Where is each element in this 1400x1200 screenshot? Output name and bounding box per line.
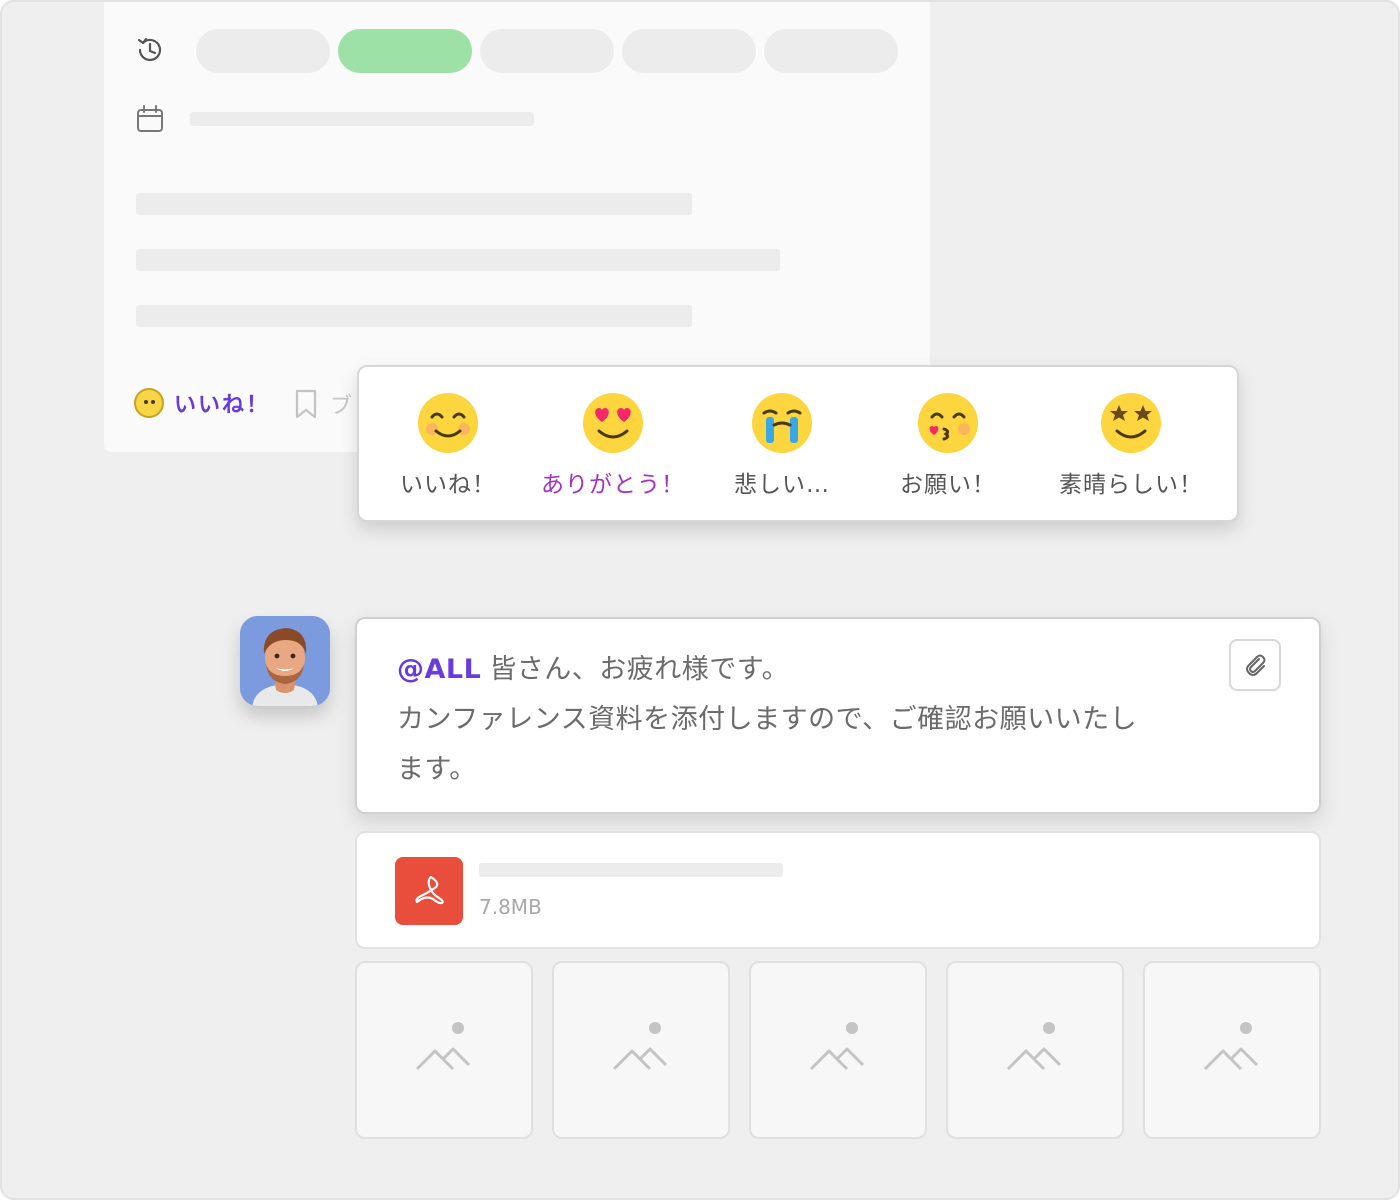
- message-line: ます。: [397, 754, 477, 785]
- calendar-icon: [137, 105, 163, 132]
- reaction-thanks[interactable]: ありがとう！: [533, 391, 693, 499]
- file-attachment[interactable]: 7.8MB: [355, 831, 1321, 949]
- smile-icon: [418, 393, 478, 453]
- reaction-label: ありがとう！: [541, 472, 685, 498]
- bookmark-icon[interactable]: [292, 388, 320, 420]
- message-card: @ALL 皆さん、お疲れ様です。 カンファレンス資料を添付しますので、ご確認お願い…: [355, 617, 1321, 814]
- image-thumbnail[interactable]: [552, 961, 730, 1139]
- image-thumbnail[interactable]: [355, 961, 533, 1139]
- neutral-face-icon: [134, 388, 164, 418]
- image-icon: [415, 1022, 471, 1071]
- reaction-picker: いいね！ ありがとう！ 悲しい… お願い！ 素晴らしい！: [357, 365, 1239, 522]
- file-name-placeholder: [479, 863, 783, 877]
- message-line: カンファレンス資料を添付しますので、ご確認お願いいたし: [397, 704, 1138, 735]
- pdf-icon: [395, 857, 463, 925]
- text-placeholder: [136, 193, 692, 215]
- file-size: 7.8MB: [479, 895, 542, 919]
- user-photo-icon: [240, 616, 330, 706]
- text-placeholder: [136, 305, 692, 327]
- paperclip-icon: [1246, 654, 1266, 676]
- image-thumbnail[interactable]: [1143, 961, 1321, 1139]
- reaction-sad[interactable]: 悲しい…: [717, 391, 847, 499]
- image-icon: [1006, 1022, 1062, 1071]
- avatar[interactable]: [240, 616, 330, 706]
- star-eyes-icon: [1101, 393, 1161, 453]
- like-button[interactable]: いいね！: [134, 386, 270, 420]
- history-icon: [137, 37, 162, 62]
- filter-pill-active[interactable]: [338, 29, 472, 73]
- app-frame: いいね！ ブ いいね！ ありがとう！ 悲しい… お願い！ 素晴らしい！ @ALL…: [0, 0, 1400, 1200]
- filter-pill[interactable]: [622, 29, 756, 73]
- reaction-label: お願い！: [900, 472, 996, 498]
- date-placeholder: [190, 112, 534, 126]
- reaction-like[interactable]: いいね！: [385, 391, 511, 499]
- reaction-label: 悲しい…: [734, 472, 830, 498]
- crying-icon: [752, 393, 812, 453]
- image-thumbnail[interactable]: [946, 961, 1124, 1139]
- kiss-icon: [918, 393, 978, 453]
- filter-pill[interactable]: [480, 29, 614, 73]
- message-body: @ALL 皆さん、お疲れ様です。 カンファレンス資料を添付しますので、ご確認お願い…: [397, 645, 1227, 795]
- image-icon: [612, 1022, 668, 1071]
- reaction-please[interactable]: お願い！: [883, 391, 1013, 499]
- image-icon: [809, 1022, 865, 1071]
- text-placeholder: [136, 249, 780, 271]
- image-thumbnail[interactable]: [749, 961, 927, 1139]
- message-line: 皆さん、お疲れ様です。: [489, 654, 790, 685]
- reaction-great[interactable]: 素晴らしい！: [1047, 391, 1215, 499]
- filter-pill[interactable]: [196, 29, 330, 73]
- heart-eyes-icon: [583, 393, 643, 453]
- reaction-label: 素晴らしい！: [1059, 472, 1203, 498]
- bookmark-label: ブ: [330, 394, 353, 419]
- mention-tag[interactable]: @ALL: [397, 654, 481, 685]
- attach-button[interactable]: [1229, 639, 1281, 691]
- like-label: いいね！: [174, 393, 271, 418]
- filter-pill[interactable]: [764, 29, 898, 73]
- image-icon: [1203, 1022, 1259, 1071]
- reaction-label: いいね！: [400, 472, 496, 498]
